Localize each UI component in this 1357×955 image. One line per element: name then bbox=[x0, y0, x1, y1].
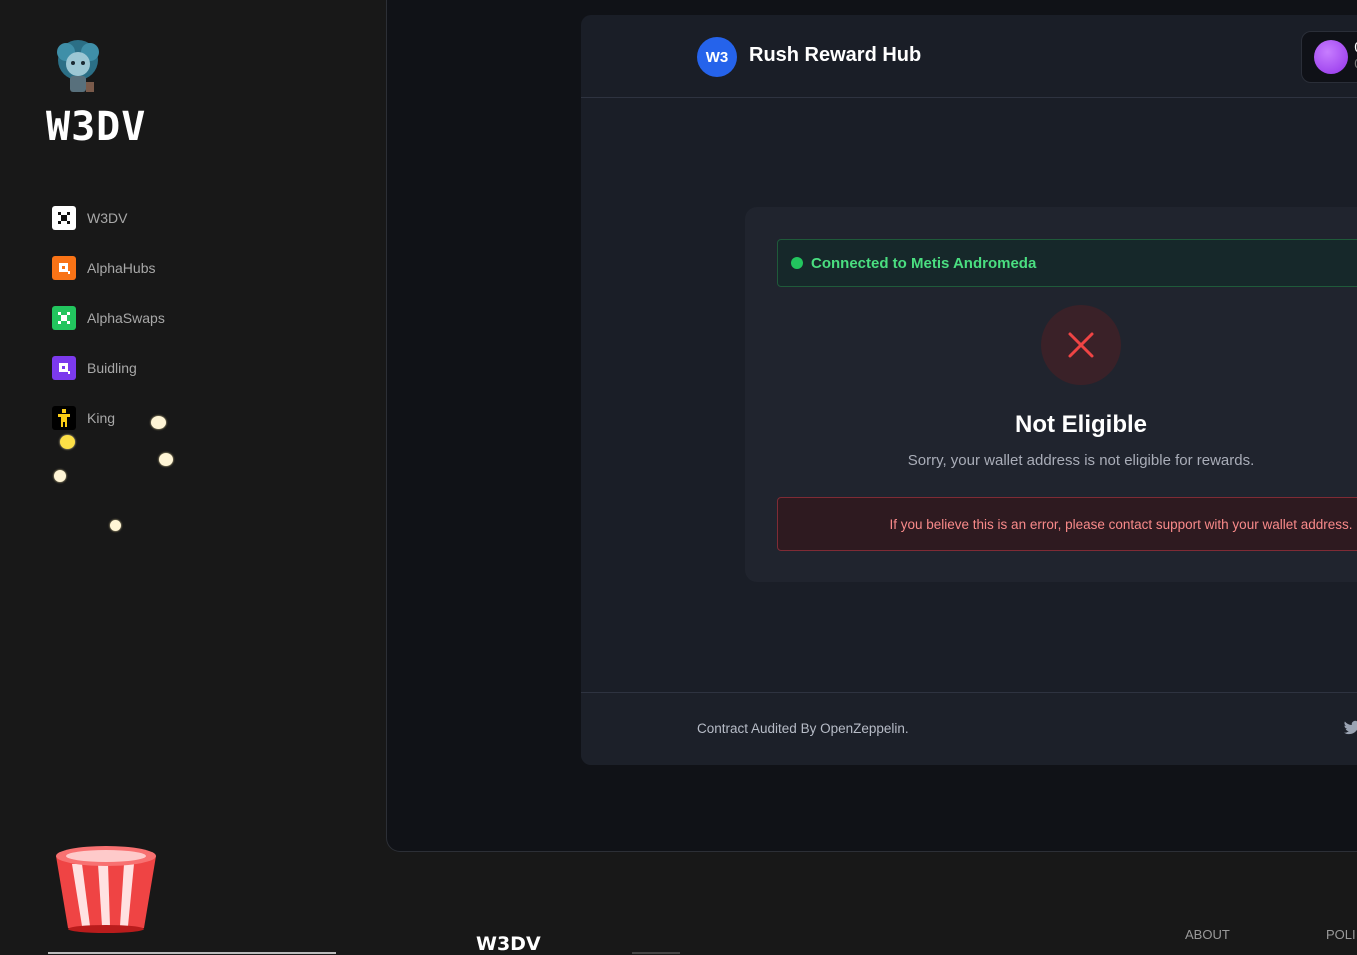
alphahubs-icon bbox=[52, 256, 76, 280]
sidebar-item-alphahubs[interactable]: AlphaHubs bbox=[52, 255, 156, 281]
network-status-text: Connected to Metis Andromeda bbox=[811, 254, 1037, 272]
w3-logo: W3 bbox=[697, 37, 737, 77]
sidebar-item-label: Buidling bbox=[87, 360, 137, 376]
app-header: W3 Rush Reward Hub 0 0 bbox=[581, 15, 1357, 98]
reward-hub-app: W3 Rush Reward Hub 0 0 Connected to Meti… bbox=[581, 15, 1357, 765]
connected-status-dot-icon bbox=[791, 257, 803, 269]
footer-link-about[interactable]: ABOUT bbox=[1185, 927, 1230, 942]
popcorn-kernel-icon bbox=[60, 435, 75, 449]
popcorn-kernel-icon bbox=[151, 416, 166, 429]
sidebar-item-buidling[interactable]: Buidling bbox=[52, 355, 137, 381]
buidling-icon bbox=[52, 356, 76, 380]
error-x-icon bbox=[1041, 305, 1121, 385]
twitter-icon[interactable] bbox=[1343, 719, 1357, 737]
sidebar-item-label: King bbox=[87, 410, 116, 426]
eligibility-status-title: Not Eligible bbox=[1015, 411, 1147, 438]
popcorn-kernel-icon bbox=[159, 453, 173, 466]
w3dv-pixel-icon bbox=[52, 206, 76, 230]
wallet-avatar bbox=[1314, 40, 1348, 74]
wallet-button[interactable]: 0 0 bbox=[1301, 31, 1357, 83]
support-error-notice: If you believe this is an error, please … bbox=[777, 497, 1357, 551]
alphaswaps-icon bbox=[52, 306, 76, 330]
sidebar: W3DV W3DV AlphaHubs AlphaSwaps Buidling … bbox=[0, 0, 386, 954]
sidebar-item-label: AlphaHubs bbox=[87, 260, 156, 276]
support-error-text: If you believe this is an error, please … bbox=[889, 516, 1353, 532]
sidebar-item-king[interactable]: King bbox=[52, 405, 115, 431]
eligibility-status-message: Sorry, your wallet address is not eligib… bbox=[907, 452, 1255, 469]
popcorn-kernel-icon bbox=[110, 520, 121, 531]
sidebar-item-label: AlphaSwaps bbox=[87, 310, 165, 326]
popcorn-kernel-icon bbox=[54, 470, 66, 482]
mascot-avatar-icon bbox=[57, 40, 99, 92]
footer-link-policy[interactable]: POLI bbox=[1326, 927, 1356, 942]
network-status-banner: Connected to Metis Andromeda bbox=[777, 239, 1357, 287]
page-title: Rush Reward Hub bbox=[749, 44, 922, 66]
sidebar-item-label: W3DV bbox=[87, 210, 128, 226]
app-footer: Contract Audited By OpenZeppelin. bbox=[581, 692, 1357, 765]
sidebar-brand-logo[interactable]: W3DV bbox=[46, 104, 146, 150]
footer-brand[interactable]: W3DV bbox=[476, 933, 541, 955]
sidebar-item-w3dv[interactable]: W3DV bbox=[52, 205, 127, 231]
popcorn-bucket-icon bbox=[56, 846, 156, 933]
king-pixel-icon bbox=[52, 406, 76, 430]
sidebar-item-alphaswaps[interactable]: AlphaSwaps bbox=[52, 305, 165, 331]
audit-notice: Contract Audited By OpenZeppelin. bbox=[697, 721, 909, 736]
eligibility-result-panel: Connected to Metis Andromeda Not Eligibl… bbox=[745, 207, 1357, 582]
